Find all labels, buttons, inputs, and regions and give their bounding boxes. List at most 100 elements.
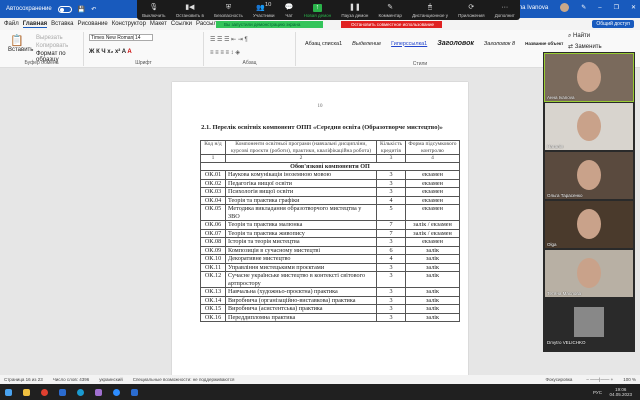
mute-button[interactable]: 🎙 Выключить — [142, 4, 165, 18]
participant-name: Ольга Тарасенко — [547, 193, 583, 198]
bold-button[interactable]: Ж К Ч x₂ x² A A — [89, 49, 132, 55]
more-button[interactable]: ··· Дополнит — [495, 4, 515, 18]
page-status[interactable]: Страница 16 из 23 — [4, 377, 43, 382]
style-item[interactable]: Название объект — [525, 41, 563, 46]
word-active-icon[interactable] — [131, 388, 138, 396]
cell-code: ОК.05 — [200, 204, 226, 221]
replace-button[interactable]: ⇄ Заменить — [568, 43, 602, 50]
cell-name: Навчальна (художньо-проєктна) практика — [225, 287, 377, 297]
new-share-button[interactable]: ↑ Новая демон — [304, 4, 331, 18]
style-item[interactable]: Гиперссылка1 — [391, 41, 427, 47]
status-bar: Страница 16 из 23 Число слов: 4396 украи… — [0, 375, 640, 384]
cell-credits: 5 — [376, 204, 406, 221]
cell-control: залік / екзамен — [405, 220, 460, 230]
stop-share-button[interactable]: Остановить совместное использование — [341, 21, 442, 28]
paragraph-group: ☰ ☰ ☰ ⇤ ⇥ ¶ ≡ ≡ ≡ ≡ ↕ ◈ Абзац — [204, 32, 296, 66]
minimize-button[interactable]: – — [598, 5, 601, 11]
participant-video — [577, 160, 601, 190]
cell-name: Декоративне мистецтво — [225, 254, 377, 264]
font-name-select[interactable]: Times New Roman — [89, 34, 136, 41]
cell-code: ОК.11 — [200, 262, 226, 272]
participant-tile[interactable]: Ольга Тарасенко — [545, 152, 633, 199]
table-row: ОК.05 Методика викладання образотворчого … — [200, 204, 460, 221]
tab-layout[interactable]: Макет — [150, 21, 167, 27]
tab-file[interactable]: Файл — [4, 21, 19, 27]
tab-mailings[interactable]: Рассыл — [196, 21, 217, 27]
document-page[interactable]: 10 2.1. Перелік освітніх компонент ОПП «… — [172, 82, 468, 382]
zoom-slider[interactable]: – ——|—— + — [586, 377, 613, 382]
tab-design[interactable]: Конструктор — [112, 21, 146, 27]
focus-button[interactable]: Фокусировка — [546, 377, 573, 382]
chat-button[interactable]: 💬 Чат — [285, 4, 294, 18]
security-button[interactable]: ⛨ Безопасность — [214, 4, 243, 18]
pen-icon[interactable]: ✎ — [581, 4, 586, 11]
viber-icon[interactable] — [95, 388, 102, 396]
participant-video — [577, 111, 601, 141]
autosave-toggle[interactable] — [57, 5, 72, 13]
share-button[interactable]: Общий доступ — [592, 20, 634, 28]
start-icon[interactable] — [5, 388, 12, 396]
tab-insert[interactable]: Вставка — [51, 21, 73, 27]
cell-name: Виробнича (організаційно-виставкова) пра… — [225, 295, 377, 305]
apps-button[interactable]: ⟳ Приложения — [458, 4, 484, 18]
cell-code: ОК.07 — [200, 228, 226, 238]
restore-button[interactable]: ❐ — [614, 4, 619, 11]
save-icon[interactable]: 💾 — [78, 6, 85, 13]
chrome-icon[interactable] — [41, 388, 48, 396]
list-icons[interactable]: ☰ ☰ ☰ ⇤ ⇥ ¶ — [210, 36, 248, 43]
cell-credits: 3 — [376, 170, 406, 180]
word-count[interactable]: Число слов: 4396 — [53, 377, 90, 382]
explorer-icon[interactable] — [23, 388, 30, 396]
annotate-button[interactable]: ✎ Комментар — [379, 4, 402, 18]
language-status[interactable]: украинский — [99, 377, 122, 382]
remote-control-button[interactable]: 🖱 Дистанционное у — [412, 4, 448, 18]
word-icon[interactable] — [59, 388, 66, 396]
cell-credits: 3 — [376, 295, 406, 305]
style-item[interactable]: Заголовок 8 — [484, 41, 515, 47]
paste-button[interactable]: Вставить — [8, 47, 33, 53]
cut-button[interactable]: Вырезать — [36, 35, 63, 41]
cell-credits: 3 — [376, 287, 406, 297]
align-icons[interactable]: ≡ ≡ ≡ ≡ ↕ ◈ — [210, 49, 240, 56]
avatar[interactable] — [560, 3, 570, 12]
system-tray[interactable]: РУС 19:06 04.05.2023 — [593, 387, 632, 397]
tab-references[interactable]: Ссылки — [171, 21, 192, 27]
table-row: ОК.01 Наукова комунікація іноземною мовою… — [200, 170, 460, 180]
style-item[interactable]: Заголовок — [437, 40, 474, 47]
edge-icon[interactable] — [77, 388, 84, 396]
col-number: 4 — [405, 154, 460, 163]
cell-control: залік — [405, 304, 460, 314]
cell-credits: 7 — [376, 220, 406, 230]
cell-credits: 6 — [376, 245, 406, 255]
zoom-level[interactable]: 100 % — [623, 377, 636, 382]
copy-button[interactable]: Копировать — [36, 43, 68, 49]
header-cell: Форма підсумкового контролю — [405, 140, 460, 155]
font-size-select[interactable]: 14 — [133, 34, 153, 41]
stop-video-button[interactable]: ▮◀ Остановить в — [176, 4, 204, 18]
participant-tile[interactable]: Анна Ivanova — [544, 53, 634, 102]
close-button[interactable]: ✕ — [631, 4, 636, 11]
table-row: ОК.06 Теорія та практика малюнка 7 залік / … — [200, 220, 460, 230]
cell-credits: 4 — [376, 195, 406, 205]
tab-draw[interactable]: Рисование — [77, 21, 107, 27]
find-button[interactable]: ⌕ Найти — [568, 33, 590, 40]
language-indicator[interactable]: РУС — [593, 390, 602, 395]
cell-control: екзамен — [405, 178, 460, 188]
paste-icon[interactable]: 📋 — [10, 34, 24, 47]
col-number: 1 — [200, 154, 226, 163]
participant-tile[interactable]: Тетяна Маслова — [545, 250, 633, 297]
zoom-icon[interactable] — [113, 388, 120, 396]
style-item[interactable]: Выделение — [352, 41, 381, 47]
participant-tile[interactable]: Наталія — [545, 103, 633, 150]
participants-button[interactable]: 👥10 Участники — [253, 1, 275, 18]
video-gallery: Анна Ivanova Наталія Ольга Тарасенко Olga Те… — [543, 52, 635, 352]
header-cell: Компоненти освітньої програми (навчальні… — [225, 140, 377, 155]
undo-icon[interactable]: ↶ — [91, 6, 96, 13]
style-item[interactable]: Абзац списка1 — [305, 41, 342, 47]
participant-tile[interactable]: Olga — [545, 201, 633, 248]
accessibility-status[interactable]: Специальные возможности: не поддерживают… — [133, 377, 235, 382]
pause-share-button[interactable]: ❚❚ Пауза демон — [341, 4, 368, 18]
participant-tile[interactable]: Dmytro VELICHKO — [545, 299, 633, 346]
tab-home[interactable]: Главная — [22, 21, 48, 28]
participant-video — [577, 258, 601, 288]
